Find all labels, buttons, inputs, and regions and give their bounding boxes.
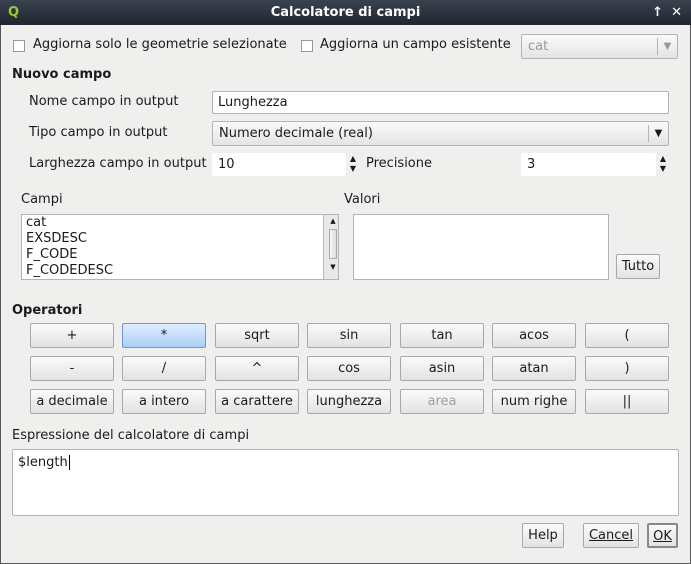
- help-button[interactable]: Help: [522, 523, 564, 548]
- values-label: Valori: [344, 192, 381, 207]
- operator-button[interactable]: ^: [215, 356, 299, 381]
- fields-label: Campi: [21, 192, 63, 207]
- list-item[interactable]: F_CODEDESC: [22, 263, 338, 279]
- precision-spin-arrows-icon[interactable]: ▲ ▼: [658, 154, 668, 174]
- operator-button[interactable]: *: [122, 323, 206, 348]
- operator-button[interactable]: area: [400, 389, 484, 414]
- title-bar: Q Calcolatore di campi ↑ ✕: [0, 0, 691, 25]
- update-existing-checkbox[interactable]: [301, 40, 313, 52]
- text-cursor: [68, 455, 70, 470]
- list-item[interactable]: cat: [22, 215, 338, 231]
- maximize-icon[interactable]: ↑: [652, 0, 663, 25]
- fields-list[interactable]: cat EXSDESC F_CODE F_CODEDESC ▲ ▼: [21, 214, 339, 280]
- operator-button[interactable]: -: [30, 356, 114, 381]
- operator-button[interactable]: +: [30, 323, 114, 348]
- chevron-down-icon: ▼: [648, 125, 668, 142]
- width-label: Larghezza campo in output: [29, 156, 207, 171]
- field-type-select[interactable]: Numero decimale (real) ▼: [212, 121, 669, 146]
- operator-button[interactable]: (: [585, 323, 669, 348]
- window-title: Calcolatore di campi: [270, 5, 421, 20]
- operator-button[interactable]: sqrt: [215, 323, 299, 348]
- list-item[interactable]: F_CODE: [22, 247, 338, 263]
- chevron-down-icon: ▼: [657, 38, 677, 55]
- operators-heading: Operatori: [12, 303, 83, 318]
- fields-scrollbar[interactable]: ▲ ▼: [323, 215, 338, 279]
- existing-field-select[interactable]: cat ▼: [521, 34, 678, 59]
- field-name-input[interactable]: Lunghezza: [212, 91, 669, 114]
- operator-button[interactable]: num righe: [492, 389, 576, 414]
- operator-button[interactable]: a intero: [122, 389, 206, 414]
- existing-field-value: cat: [528, 39, 549, 54]
- expression-label: Espressione del calcolatore di campi: [12, 428, 250, 443]
- operator-button[interactable]: ): [585, 356, 669, 381]
- new-field-heading: Nuovo campo: [12, 67, 112, 82]
- type-label: Tipo campo in output: [29, 125, 168, 140]
- expression-textarea[interactable]: $length: [12, 449, 679, 516]
- operator-button[interactable]: ||: [585, 389, 669, 414]
- operator-button[interactable]: lunghezza: [307, 389, 391, 414]
- operator-button[interactable]: tan: [400, 323, 484, 348]
- ok-button[interactable]: OK: [647, 523, 678, 548]
- cancel-button[interactable]: Cancel: [583, 523, 639, 548]
- precision-spinbox[interactable]: 3: [521, 153, 656, 176]
- precision-label: Precisione: [366, 156, 433, 171]
- operator-button[interactable]: atan: [492, 356, 576, 381]
- update-existing-label: Aggiorna un campo esistente: [320, 37, 511, 52]
- qgis-logo-icon: Q: [8, 5, 20, 20]
- operator-button[interactable]: asin: [400, 356, 484, 381]
- operator-button[interactable]: a decimale: [30, 389, 114, 414]
- operator-button[interactable]: acos: [492, 323, 576, 348]
- operator-button[interactable]: cos: [307, 356, 391, 381]
- width-spin-arrows-icon[interactable]: ▲ ▼: [348, 154, 358, 174]
- operator-button[interactable]: a carattere: [215, 389, 299, 414]
- operator-button[interactable]: /: [122, 356, 206, 381]
- field-width-spinbox[interactable]: 10: [212, 153, 346, 176]
- all-values-button[interactable]: Tutto: [616, 254, 660, 279]
- field-type-value: Numero decimale (real): [219, 126, 373, 141]
- name-label: Nome campo in output: [29, 94, 179, 109]
- close-icon[interactable]: ✕: [671, 0, 682, 25]
- operator-button[interactable]: sin: [307, 323, 391, 348]
- expression-text: $length: [18, 455, 68, 470]
- list-item[interactable]: EXSDESC: [22, 231, 338, 247]
- values-list[interactable]: [353, 214, 609, 280]
- only-selected-checkbox[interactable]: [13, 40, 25, 52]
- only-selected-label: Aggiorna solo le geometrie selezionate: [33, 37, 287, 52]
